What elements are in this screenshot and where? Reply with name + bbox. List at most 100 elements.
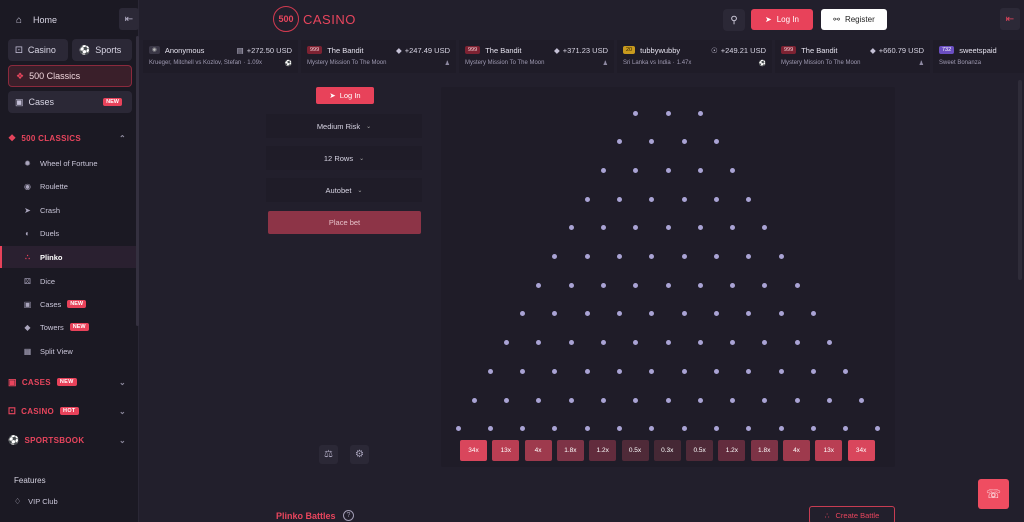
new-badge: NEW [103,98,122,106]
sidebar-item-towers[interactable]: ◆ Towers NEW [0,316,139,338]
peg [746,368,752,374]
peg [681,254,687,259]
peg [697,340,703,346]
sidebar-item-dice[interactable]: ⚄ Dice [0,270,139,292]
peg [633,225,639,231]
panel-login-button[interactable]: ➤ Log In [316,87,374,104]
peg [746,254,752,259]
ticker-item[interactable]: 999 The Bandit ◆ +247.49 USD Mystery Miss… [301,40,456,73]
sidebar-item-label: Split View [40,346,73,356]
sidebar-item-plinko[interactable]: ∴ Plinko [0,246,139,268]
classics-section-icon: ❖ [8,132,17,143]
sportsbook-section-icon: ⚽ [8,434,20,445]
peg [504,397,509,403]
sidebar-scrollbar[interactable] [136,36,139,326]
peg [681,426,687,432]
ticker-game: Sweet Bonanza [939,60,982,66]
level-badge: 732 [939,46,955,54]
peg [843,368,849,374]
sports-tab[interactable]: ⚽ Sports [72,39,132,61]
autobet-select[interactable]: Autobet ⌄ [266,178,422,202]
sportsbook-section-header[interactable]: ⚽ SPORTSBOOK ⌄ [8,431,132,449]
ticker-item[interactable]: ◉ Anonymous ▤ +272.50 USD Krueger, Mitche… [143,40,298,73]
peg [568,397,574,403]
peg [487,368,493,374]
sidebar-item-label: Cases [40,299,62,309]
settings-gear-icon[interactable]: ⚙ [350,445,369,464]
ticker-item[interactable]: 999 The Bandit ◆ +660.79 USD Mystery Miss… [775,40,930,73]
peg [859,397,865,403]
ball-icon: ⚽ [284,61,292,67]
peg [665,282,671,288]
multiplier-slot: 13x [815,440,843,461]
cases-tab[interactable]: ▣ Cases NEW [8,91,132,113]
peg [827,397,832,403]
peg [713,196,719,202]
support-headset-icon[interactable]: ☏ [978,479,1009,509]
create-battle-button[interactable]: ∴ Create Battle [809,506,895,522]
sidebar-item-label: Towers [40,322,64,332]
classics-section-label: 500 CLASSICS [21,133,81,143]
help-icon[interactable]: ? [343,510,354,521]
register-label: Register [844,15,875,24]
peg [762,282,768,288]
sidebar-item-cases[interactable]: ▣ Cases NEW [0,293,139,315]
ticker-amount: ◆ +660.79 USD [870,46,924,55]
peg [649,254,655,259]
search-icon[interactable]: ⚲ [723,9,745,31]
login-button[interactable]: ➤ Log In [751,9,813,30]
classics-section-header[interactable]: ❖ 500 CLASSICS ⌃ [8,129,132,147]
sidebar-item-duels[interactable]: ◐ Duels [0,222,139,244]
sidebar-item-roulette[interactable]: ◉ Roulette [0,175,139,197]
gem-icon: ◆ [553,45,560,55]
cases-section-header[interactable]: ▣ CASES NEW ⌄ [8,373,132,391]
cases-section-label: CASES [21,377,51,387]
peg [520,311,526,317]
sidebar-item-label: Plinko [40,252,63,262]
box-icon: ▣ [23,299,32,309]
risk-select[interactable]: Medium Risk ⌄ [266,114,422,138]
multiplier-slot: 0.3x [653,440,681,461]
peg [730,225,736,231]
main-scrollbar[interactable] [1018,80,1022,280]
rows-select[interactable]: 12 Rows ⌄ [266,146,422,170]
peg [713,368,719,374]
casino-tab[interactable]: ⚀ Casino [8,39,68,61]
peg [504,340,509,346]
classics-tab[interactable]: ❖ 500 Classics [8,65,132,87]
rows-value: 12 Rows [323,153,354,163]
peg [520,368,526,374]
peg [665,167,671,173]
ticker-game: Krueger, Mitchell vs Kozlov, Stefan [149,60,242,66]
peg [536,340,542,346]
fairness-scale-icon[interactable]: ⚖ [319,445,338,464]
chevron-down-icon: ⌄ [366,123,372,130]
sidebar-item-split-view[interactable]: ▦ Split View [0,340,139,362]
peg [713,254,719,259]
collapse-right-panel-icon[interactable]: ⇤ [1000,8,1020,30]
peg [697,282,703,288]
ball-icon: ⚽ [79,44,91,55]
place-bet-button[interactable]: Place bet [268,211,421,234]
ticker-item[interactable]: 999 The Bandit ◆ +371.23 USD Mystery Miss… [459,40,614,73]
logo[interactable]: 500 CASINO [273,6,356,32]
peg [649,196,655,202]
sidebar-item-crash[interactable]: ➤ Crash [0,199,139,221]
peg [552,368,558,374]
collapse-sidebar-icon[interactable]: ⇤ [119,8,139,30]
hot-badge: HOT [60,407,79,415]
wheel-icon: ✹ [24,158,31,168]
ticker-amount-value: +371.23 USD [562,45,608,55]
ticker-item[interactable]: 20 tubbywubby ☉ +249.21 USD Sri Lanka vs … [617,40,772,73]
casino-section-header[interactable]: ⚀ CASINO HOT ⌄ [8,402,132,420]
split-view-icon: ▦ [23,346,32,356]
multiplier-slot: 4x [783,440,810,461]
ticker-item[interactable]: 732 sweetspaid Sweet Bonanza [933,40,1024,73]
sidebar-item-label: Duels [40,228,60,238]
cases-section-icon: ▣ [8,376,17,387]
peg [600,340,606,346]
sidebar-item-wheel-of-fortune[interactable]: ✹ Wheel of Fortune [0,152,139,174]
register-button[interactable]: ⚯ Register [821,9,887,30]
sidebar-item-vip-club[interactable]: ♢ VIP Club [14,497,58,506]
ticker-user: The Bandit [327,45,364,55]
